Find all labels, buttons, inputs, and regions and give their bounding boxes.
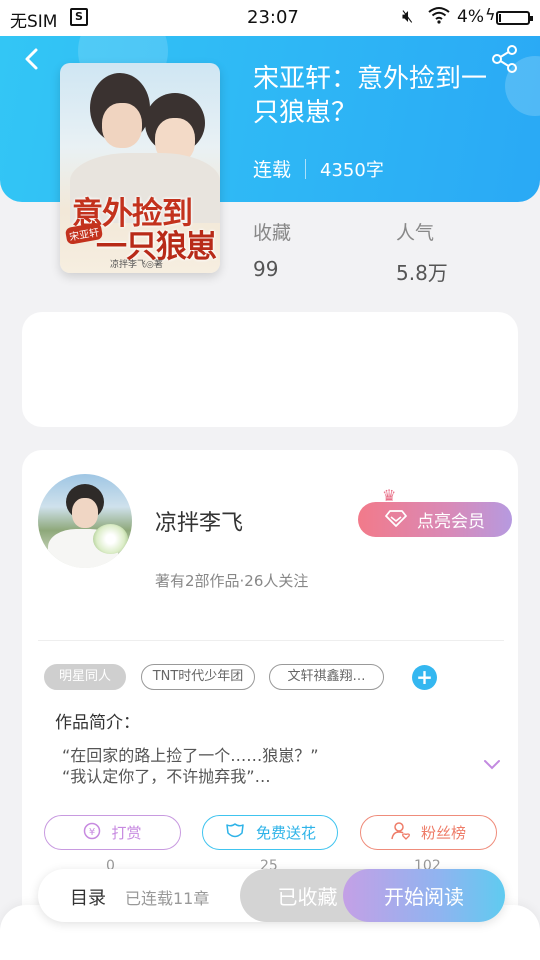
tag[interactable]: TNT时代少年团	[141, 664, 255, 690]
battery-icon	[496, 11, 533, 25]
fans-rank-label: 粉丝榜	[420, 824, 466, 842]
popularity-stat: 人气 5.8万	[396, 218, 448, 286]
word-count: 4350字	[320, 159, 384, 181]
back-icon[interactable]	[18, 44, 48, 74]
reward-label: 打赏	[111, 824, 142, 842]
divider	[38, 640, 504, 641]
fans-rank-button[interactable]: 粉丝榜	[360, 815, 497, 850]
charging-icon: ϟ	[485, 5, 496, 24]
diamond-icon	[385, 509, 407, 531]
intro-text: “在回家的路上捡了一个……狼崽？” “我认定你了，不许抛弃我”…	[62, 746, 319, 786]
book-title: 宋亚轩：意外捡到一只狼崽？	[253, 64, 488, 128]
toc-button[interactable]: 目录	[70, 884, 106, 910]
intro-label: 作品简介：	[55, 713, 140, 733]
battery-percent: 4%	[457, 7, 484, 27]
share-icon[interactable]	[490, 44, 520, 74]
favorites-label: 收藏	[253, 222, 292, 244]
send-flower-label: 免费送花	[255, 824, 316, 842]
start-reading-button[interactable]: 开始阅读	[343, 869, 505, 922]
popularity-label: 人气	[396, 222, 435, 244]
tag[interactable]: 明星同人	[44, 664, 126, 690]
user-heart-icon	[391, 821, 411, 845]
blank-card	[22, 312, 518, 427]
clock: 23:07	[247, 7, 299, 28]
favorites-stat: 收藏 99	[253, 218, 291, 281]
svg-text:¥: ¥	[89, 827, 95, 838]
screenshot-icon: S	[70, 8, 88, 26]
chevron-down-icon[interactable]	[482, 756, 502, 770]
mute-icon: 🔇︎	[402, 6, 414, 27]
status-bar: 无SIM S 23:07 🔇︎ 4% ϟ	[0, 0, 540, 36]
chapters-status[interactable]: 已连载11章	[125, 885, 209, 909]
book-status-row: 连载 4350字	[253, 155, 384, 182]
serial-status: 连载	[253, 159, 292, 181]
author-meta: 著有2部作品·26人关注	[155, 572, 309, 590]
tag[interactable]: 文轩祺鑫翔…	[269, 664, 384, 690]
yen-icon: ¥	[83, 822, 101, 844]
popularity-value: 5.8万	[396, 261, 448, 285]
plus-icon[interactable]: +	[412, 665, 437, 690]
vip-button[interactable]: 点亮会员	[358, 502, 512, 537]
cover-author: 凉拌李飞◎著	[110, 260, 163, 270]
favorites-value: 99	[253, 257, 279, 281]
author-name[interactable]: 凉拌李飞	[155, 505, 243, 537]
book-cover[interactable]: 意外捡到 一只狼崽 宋亚轩 凉拌李飞◎著	[60, 63, 220, 273]
vip-button-label: 点亮会员	[417, 512, 485, 532]
reward-button[interactable]: ¥ 打赏	[44, 815, 181, 850]
wifi-icon	[428, 6, 450, 29]
send-flower-button[interactable]: 免费送花	[202, 815, 338, 850]
flower-icon	[224, 822, 246, 844]
avatar[interactable]	[38, 474, 132, 568]
carrier-label: 无SIM	[10, 12, 58, 32]
